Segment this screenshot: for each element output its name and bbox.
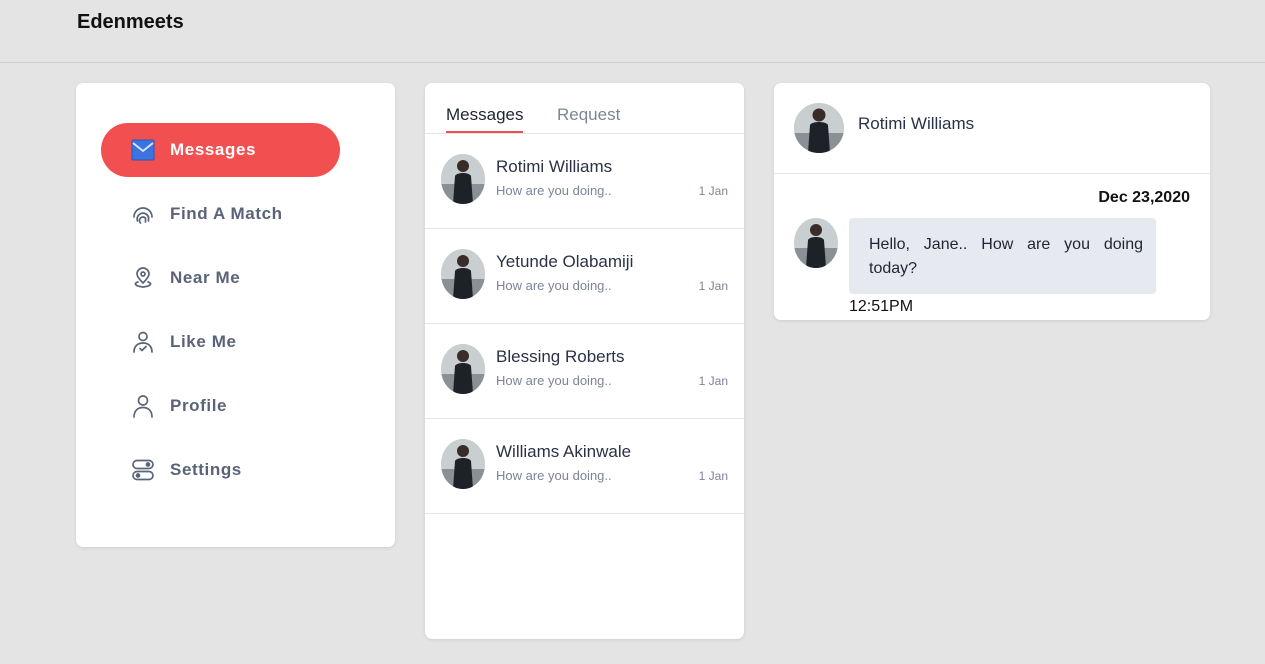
conversation-preview: How are you doing..	[496, 278, 612, 293]
sidebar-item-find-a-match[interactable]: Find A Match	[101, 187, 340, 241]
avatar	[441, 439, 485, 489]
message-bubble: Hello, Jane.. How are you doing today?	[849, 218, 1156, 294]
envelope-icon	[130, 137, 156, 163]
location-pin-icon	[130, 265, 156, 291]
conversation-preview: How are you doing..	[496, 468, 612, 483]
message-time: 12:51PM	[849, 298, 914, 315]
avatar	[441, 249, 485, 299]
sidebar-item-messages[interactable]: Messages	[101, 123, 340, 177]
sidebar-item-like-me[interactable]: Like Me	[101, 315, 340, 369]
conversation-preview: How are you doing..	[496, 183, 612, 198]
user-icon	[130, 393, 156, 419]
conversation-name: Williams Akinwale	[496, 442, 632, 461]
conversation-item[interactable]: Williams Akinwale How are you doing.. 1 …	[425, 419, 744, 514]
toggle-settings-icon	[130, 457, 156, 483]
chat-date-divider: Dec 23,2020	[1098, 189, 1190, 206]
avatar	[794, 218, 838, 268]
sidebar-item-settings[interactable]: Settings	[101, 443, 340, 497]
conversation-name: Blessing Roberts	[496, 347, 625, 366]
brand-logo[interactable]: Edenmeets	[77, 11, 184, 34]
fingerprint-icon	[130, 201, 156, 227]
sidebar-item-near-me[interactable]: Near Me	[101, 251, 340, 305]
sidebar-item-label: Like Me	[170, 332, 237, 351]
avatar	[441, 344, 485, 394]
chat-header: Rotimi Williams	[774, 83, 1210, 174]
sidebar-item-label: Profile	[170, 396, 228, 415]
conversation-preview: How are you doing..	[496, 373, 612, 388]
conversation-item[interactable]: Blessing Roberts How are you doing.. 1 J…	[425, 324, 744, 419]
conversation-name: Rotimi Williams	[496, 157, 613, 176]
user-check-icon	[130, 329, 156, 355]
sidebar: Messages Find A Match Near Me Like Me Pr…	[76, 83, 395, 547]
avatar	[441, 154, 485, 204]
sidebar-item-label: Find A Match	[170, 204, 283, 223]
tab-request[interactable]: Request	[557, 105, 620, 125]
conversation-date: 1 Jan	[698, 279, 728, 293]
conversation-name: Yetunde Olabamiji	[496, 252, 634, 271]
conversation-date: 1 Jan	[698, 374, 728, 388]
chat-contact-name: Rotimi Williams	[858, 114, 975, 133]
conversation-item[interactable]: Rotimi Williams How are you doing.. 1 Ja…	[425, 134, 744, 229]
sidebar-item-label: Messages	[170, 140, 257, 159]
top-bar: Edenmeets	[0, 0, 1265, 63]
chat-panel: Rotimi Williams Dec 23,2020 Hello, Jane.…	[774, 83, 1210, 320]
conversation-date: 1 Jan	[698, 184, 728, 198]
sidebar-item-profile[interactable]: Profile	[101, 379, 340, 433]
conversation-item[interactable]: Yetunde Olabamiji How are you doing.. 1 …	[425, 229, 744, 324]
tab-messages[interactable]: Messages	[446, 105, 524, 133]
conversation-list-panel: Messages Request Rotimi Williams How are…	[425, 83, 744, 639]
sidebar-item-label: Settings	[170, 460, 242, 479]
sidebar-item-label: Near Me	[170, 268, 241, 287]
tab-bar: Messages Request	[425, 83, 744, 134]
avatar[interactable]	[794, 103, 844, 153]
conversation-date: 1 Jan	[698, 469, 728, 483]
